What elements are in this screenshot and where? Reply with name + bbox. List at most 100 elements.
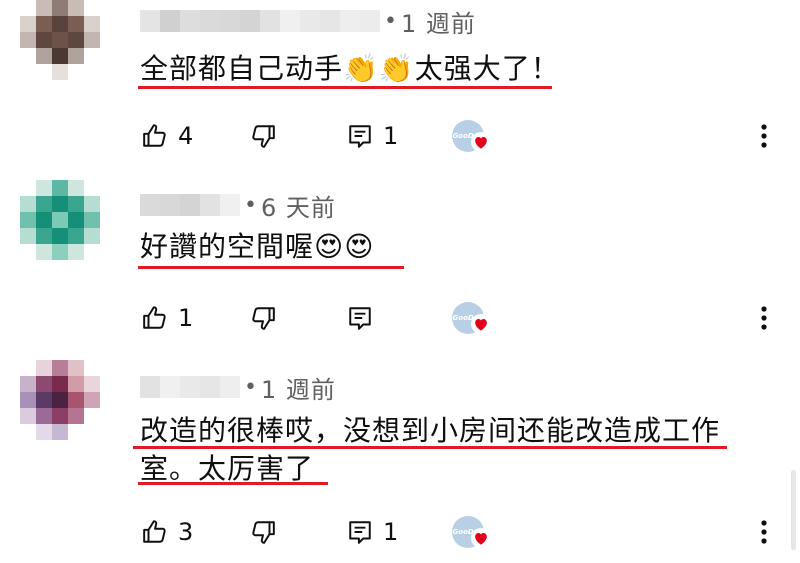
comment-actions: 4 1 GooDue bbox=[0, 116, 800, 156]
thumbs-down-icon bbox=[250, 305, 276, 331]
thumbs-up-icon bbox=[142, 519, 168, 545]
name-pixel bbox=[240, 10, 260, 32]
avatar-pixel bbox=[68, 48, 84, 64]
avatar-pixel bbox=[52, 196, 68, 212]
avatar-pixel bbox=[36, 392, 52, 408]
comment-line: 改造的很棒哎，没想到小房间还能改造成工作 bbox=[140, 414, 721, 447]
name-pixel bbox=[140, 10, 160, 32]
dislike-button[interactable] bbox=[250, 116, 276, 156]
reply-count: 1 bbox=[383, 518, 399, 546]
name-pixel bbox=[160, 10, 180, 32]
like-button[interactable]: 4 bbox=[142, 116, 193, 156]
name-pixel bbox=[140, 376, 160, 398]
avatar-pixel bbox=[68, 244, 84, 260]
comment-time: 1 週前 bbox=[260, 375, 336, 404]
avatar-pixel bbox=[20, 360, 36, 376]
avatar-pixel bbox=[52, 64, 68, 80]
more-vert-icon bbox=[752, 306, 776, 338]
avatar-pixel bbox=[84, 408, 100, 424]
avatar-pixel bbox=[68, 180, 84, 196]
avatar[interactable] bbox=[20, 360, 100, 440]
avatar-pixel bbox=[52, 244, 68, 260]
highlight-underline bbox=[133, 446, 727, 449]
avatar-pixel bbox=[20, 228, 36, 244]
avatar-pixel bbox=[52, 212, 68, 228]
avatar-pixel bbox=[20, 424, 36, 440]
reply-button[interactable] bbox=[347, 298, 383, 338]
avatar-pixel bbox=[84, 16, 100, 32]
avatar-pixel bbox=[68, 0, 84, 16]
avatar-pixel bbox=[84, 212, 100, 228]
avatar-pixel bbox=[36, 424, 52, 440]
avatar-pixel bbox=[84, 64, 100, 80]
reply-count: 1 bbox=[383, 122, 399, 150]
comment-line: 全部都自己动手👏👏太强大了！ bbox=[140, 52, 560, 85]
avatar-pixel bbox=[52, 424, 68, 440]
scrollbar[interactable] bbox=[791, 470, 796, 550]
avatar[interactable] bbox=[20, 180, 100, 260]
thumbs-up-icon bbox=[142, 305, 168, 331]
name-pixel bbox=[260, 10, 280, 32]
avatar-pixel bbox=[52, 392, 68, 408]
avatar-pixel bbox=[36, 228, 52, 244]
avatar-pixel bbox=[52, 376, 68, 392]
author-name-pixelated[interactable] bbox=[140, 376, 240, 398]
dislike-button[interactable] bbox=[250, 298, 276, 338]
avatar-pixel bbox=[84, 32, 100, 48]
like-count: 1 bbox=[178, 304, 194, 332]
highlight-underline bbox=[138, 266, 404, 269]
avatar-pixel bbox=[84, 376, 100, 392]
avatar-pixel bbox=[36, 244, 52, 260]
more-options-button[interactable] bbox=[752, 516, 776, 548]
avatar-pixel bbox=[84, 48, 100, 64]
avatar-pixel bbox=[36, 32, 52, 48]
more-options-button[interactable] bbox=[752, 120, 776, 152]
reply-button[interactable]: 1 bbox=[347, 512, 398, 552]
avatar-pixel bbox=[68, 32, 84, 48]
avatar-pixel bbox=[84, 360, 100, 376]
author-name-pixelated[interactable] bbox=[140, 194, 240, 216]
more-vert-icon bbox=[752, 520, 776, 552]
avatar-pixel bbox=[52, 180, 68, 196]
thumbs-up-icon bbox=[142, 123, 168, 149]
comment-meta: • 1 週前 bbox=[140, 372, 336, 404]
author-name-pixelated[interactable] bbox=[140, 10, 380, 32]
more-options-button[interactable] bbox=[752, 302, 776, 334]
avatar-pixel bbox=[68, 408, 84, 424]
highlight-underline bbox=[138, 482, 328, 485]
avatar-pixel bbox=[52, 408, 68, 424]
avatar-pixel bbox=[20, 0, 36, 16]
avatar-pixel bbox=[36, 376, 52, 392]
avatar-pixel bbox=[84, 196, 100, 212]
avatar-pixel bbox=[36, 180, 52, 196]
avatar-pixel bbox=[68, 64, 84, 80]
name-pixel bbox=[360, 10, 380, 32]
avatar-pixel bbox=[36, 0, 52, 16]
more-vert-icon bbox=[752, 124, 776, 156]
avatar-pixel bbox=[84, 424, 100, 440]
dislike-button[interactable] bbox=[250, 512, 276, 552]
name-pixel bbox=[180, 194, 200, 216]
avatar-pixel bbox=[52, 360, 68, 376]
name-pixel bbox=[220, 194, 240, 216]
comment-text: 全部都自己动手👏👏太强大了！ bbox=[140, 50, 560, 88]
name-pixel bbox=[300, 10, 320, 32]
heart-icon bbox=[471, 314, 491, 334]
avatar-pixel bbox=[68, 376, 84, 392]
avatar-pixel bbox=[52, 32, 68, 48]
heart-icon bbox=[471, 132, 491, 152]
like-button[interactable]: 1 bbox=[142, 298, 193, 338]
like-button[interactable]: 3 bbox=[142, 512, 193, 552]
comment-time: 6 天前 bbox=[260, 193, 336, 222]
avatar[interactable] bbox=[20, 0, 100, 80]
reply-icon bbox=[347, 123, 373, 149]
avatar-pixel bbox=[68, 392, 84, 408]
reply-button[interactable]: 1 bbox=[347, 116, 398, 156]
comment-time: 1 週前 bbox=[400, 9, 476, 38]
avatar-pixel bbox=[36, 196, 52, 212]
name-pixel bbox=[200, 194, 220, 216]
avatar-pixel bbox=[20, 244, 36, 260]
avatar-pixel bbox=[20, 180, 36, 196]
comment-meta: • 6 天前 bbox=[140, 190, 336, 222]
avatar-pixel bbox=[36, 16, 52, 32]
